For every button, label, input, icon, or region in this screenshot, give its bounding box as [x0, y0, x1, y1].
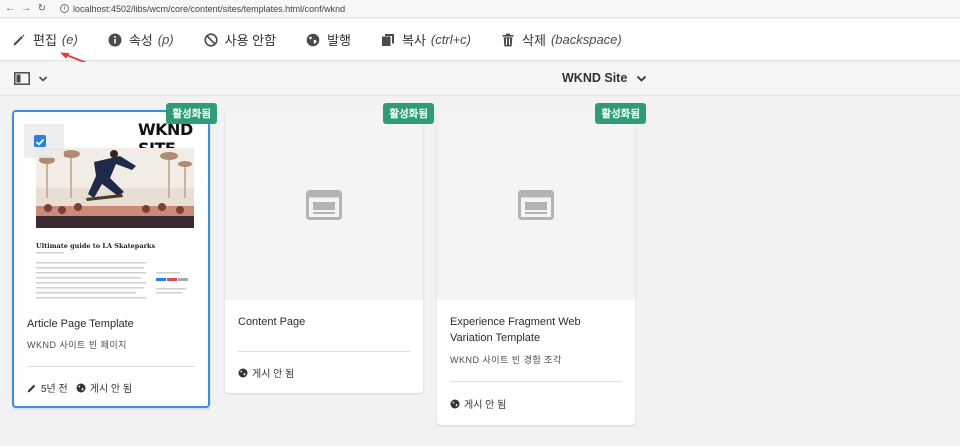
publish-label: 발행: [327, 33, 351, 48]
skater-photo: [36, 148, 194, 228]
globe-icon: [306, 33, 320, 46]
browser-address-bar: ← → ↻ i localhost:4502/libs/wcm/core/con…: [0, 0, 960, 18]
card-checkbox[interactable]: [34, 135, 46, 147]
rail-toggle-button[interactable]: [14, 72, 48, 85]
publish-status: 게시 안 됨: [252, 369, 295, 380]
status-badge: 활성화됨: [166, 103, 217, 124]
info-circle-icon: [108, 33, 122, 46]
publish-status: 게시 안 됨: [464, 400, 507, 411]
selection-overlay: [24, 124, 64, 158]
preview-headline: Ultimate guide to LA Skateparks: [36, 242, 156, 250]
disable-button[interactable]: 사용 안함: [204, 30, 276, 49]
back-arrow-icon[interactable]: ←: [4, 3, 16, 14]
block-icon: [204, 32, 218, 47]
copy-shortcut: (ctrl+c): [430, 32, 472, 47]
properties-label: 속성: [128, 33, 153, 48]
delete-shortcut: (backspace): [550, 32, 622, 47]
pencil-icon: [13, 34, 25, 45]
modified-time: 5년 전: [41, 384, 68, 395]
url-text[interactable]: localhost:4502/libs/wcm/core/content/sit…: [73, 4, 345, 14]
card-subtitle: WKND 사이트 빈 경험 조각: [450, 355, 562, 365]
globe-icon: [450, 399, 460, 408]
card-title: Article Page Template: [27, 318, 134, 330]
card-title: Content Page: [238, 316, 306, 328]
delete-label: 삭제: [522, 33, 546, 48]
card-meta: 게시 안 됨: [450, 396, 506, 411]
card-thumbnail: [437, 110, 635, 300]
side-panel-icon: [14, 72, 30, 85]
chevron-down-icon: [38, 75, 48, 82]
action-bar: 편집 (e) 속성 (p) 사용 안함 발행 복사 (ctrl+c) 삭제 (b…: [0, 19, 960, 61]
template-placeholder-icon: [518, 190, 554, 220]
info-icon[interactable]: i: [60, 4, 69, 13]
reload-icon[interactable]: ↻: [36, 3, 48, 14]
card-divider: [450, 381, 622, 382]
copy-icon: [382, 33, 394, 46]
site-name: WKND Site: [562, 71, 628, 85]
delete-button[interactable]: 삭제 (backspace): [501, 30, 622, 49]
template-placeholder-icon: [306, 190, 342, 220]
properties-button[interactable]: 속성 (p): [108, 30, 174, 49]
card-title: Experience Fragment Web Variation Templa…: [450, 316, 581, 344]
template-card-experience-fragment[interactable]: 활성화됨 Experience Fragment Web Variation T…: [437, 103, 646, 425]
template-card-article[interactable]: 활성화됨 WKND SITE Ultimate guide to LA Skat…: [12, 103, 217, 408]
disable-label: 사용 안함: [224, 33, 277, 48]
publish-status: 게시 안 됨: [89, 384, 133, 395]
card-thumbnail: WKND SITE Ultimate guide to LA Skatepark…: [14, 112, 208, 302]
card-divider: [27, 366, 195, 367]
content-header-bar: WKND Site: [0, 62, 960, 96]
edit-button[interactable]: 편집 (e): [12, 30, 78, 49]
properties-shortcut: (p): [157, 32, 174, 47]
publish-button[interactable]: 발행: [306, 30, 351, 49]
card-meta: 게시 안 됨: [238, 365, 294, 380]
forward-arrow-icon[interactable]: →: [20, 3, 32, 14]
trash-icon: [502, 33, 514, 46]
edit-shortcut: (e): [61, 32, 78, 47]
site-switcher[interactable]: WKND Site: [562, 71, 647, 85]
globe-icon: [238, 368, 248, 377]
copy-button[interactable]: 복사 (ctrl+c): [381, 30, 471, 49]
status-badge: 활성화됨: [383, 103, 434, 124]
template-card-content-page[interactable]: 활성화됨 Content Page 게시 안 됨: [225, 103, 434, 393]
chevron-down-icon: [637, 75, 647, 82]
card-meta: 5년 전 게시 안 됨: [27, 380, 132, 395]
globe-icon: [76, 383, 86, 392]
card-divider: [238, 351, 410, 352]
preview-text-lines: [36, 252, 188, 299]
pencil-icon: [27, 384, 36, 392]
edit-label: 편집: [33, 33, 57, 48]
checkmark-icon: [35, 138, 45, 146]
copy-label: 복사: [402, 33, 426, 48]
card-subtitle: WKND 사이트 빈 페이지: [27, 340, 127, 350]
card-thumbnail: [225, 110, 423, 300]
status-badge: 활성화됨: [595, 103, 646, 124]
